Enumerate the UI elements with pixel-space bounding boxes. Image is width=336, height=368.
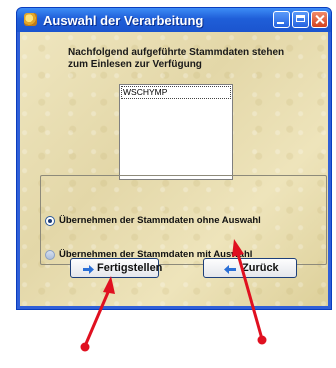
title-bar[interactable]: Auswahl der Verarbeitung <box>17 8 331 32</box>
radio-unchecked-icon[interactable] <box>45 250 55 260</box>
masterdata-listbox[interactable]: WSCHYMP <box>119 84 233 180</box>
radio-checked-icon[interactable] <box>45 216 55 226</box>
finish-button[interactable]: Fertigstellen <box>70 258 163 278</box>
finish-button-label: Fertigstellen <box>97 262 163 274</box>
minimize-icon[interactable] <box>273 11 290 28</box>
dialog-window: Auswahl der Verarbeitung Nachfolgend auf… <box>16 7 332 310</box>
back-button-label: Zurück <box>242 262 279 274</box>
maximize-icon[interactable] <box>292 11 309 28</box>
app-icon <box>24 13 37 26</box>
option-label[interactable]: Übernehmen der Stammdaten ohne Auswahl <box>59 215 261 226</box>
import-options-group: Übernehmen der Stammdaten ohne Auswahl Ü… <box>40 175 327 265</box>
dialog-body: Nachfolgend aufgeführte Stammdaten stehe… <box>20 32 328 306</box>
intro-text: Nachfolgend aufgeführte Stammdaten stehe… <box>68 47 285 70</box>
back-button[interactable]: Zurück <box>203 258 297 278</box>
close-icon[interactable] <box>311 11 328 28</box>
arrow-left-icon <box>224 265 236 274</box>
list-item[interactable]: WSCHYMP <box>121 86 231 99</box>
window-title: Auswahl der Verarbeitung <box>43 13 204 28</box>
